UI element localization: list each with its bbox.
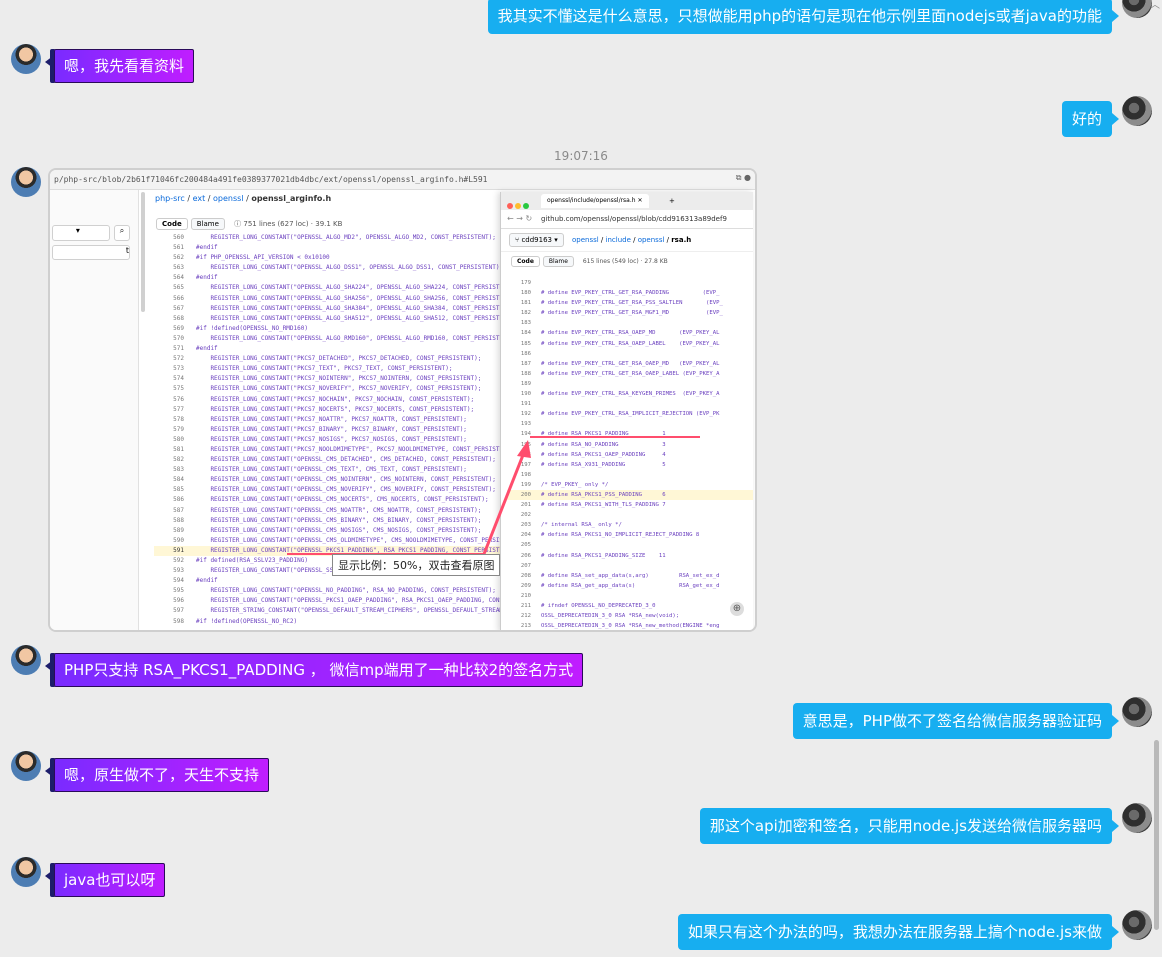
- message-text: 嗯，原生做不了，天生不支持: [64, 766, 260, 784]
- arrow-head: [517, 440, 531, 458]
- message-bubble: 意思是，PHP做不了签名给微信服务器验证码: [792, 703, 1120, 739]
- zoom-tooltip: 显示比例：50%，双击查看原图: [332, 554, 501, 576]
- message-text: 我其实不懂这是什么意思，只想做能用php的语句是现在他示例里面nodejs或者j…: [497, 7, 1102, 25]
- message-bubble: 如果只有这个办法的吗，我想办法在服务器上搞个node.js来做: [677, 914, 1120, 950]
- image-message[interactable]: p/php-src/blob/2b61f71046fc200484a491fe0…: [48, 168, 757, 632]
- avatar: [11, 167, 41, 197]
- avatar: [1122, 697, 1152, 727]
- arrow-line: [482, 449, 527, 555]
- message-bubble: 嗯，我先看看资料: [44, 49, 195, 83]
- avatar: [11, 645, 41, 675]
- avatar: [11, 751, 41, 781]
- avatar: [1122, 803, 1152, 833]
- message-bubble: 我其实不懂这是什么意思，只想做能用php的语句是现在他示例里面nodejs或者j…: [487, 0, 1120, 34]
- timestamp: 19:07:16: [554, 149, 608, 163]
- message-text: 意思是，PHP做不了签名给微信服务器验证码: [802, 712, 1102, 730]
- message-bubble: java也可以呀: [44, 863, 166, 897]
- message-bubble: 好的: [1061, 101, 1120, 137]
- message-text: PHP只支持 RSA_PKCS1_PADDING ， 微信mp端用了一种比较2的…: [64, 661, 574, 679]
- avatar: [1122, 910, 1152, 940]
- message-text: java也可以呀: [64, 871, 156, 889]
- message-text: 如果只有这个办法的吗，我想办法在服务器上搞个node.js来做: [687, 923, 1102, 941]
- scrollbar[interactable]: [1154, 740, 1159, 930]
- zoom-icon[interactable]: ⊕: [730, 602, 744, 616]
- message-text: 嗯，我先看看资料: [64, 57, 185, 75]
- message-text: 好的: [1071, 110, 1102, 128]
- avatar: [1122, 96, 1152, 126]
- avatar: [11, 857, 41, 887]
- message-text: 那这个api加密和签名，只能用node.js发送给微信服务器吗: [709, 817, 1102, 835]
- message-bubble: 嗯，原生做不了，天生不支持: [44, 758, 270, 792]
- avatar: [11, 44, 41, 74]
- message-bubble: PHP只支持 RSA_PKCS1_PADDING ， 微信mp端用了一种比较2的…: [44, 653, 584, 687]
- message-bubble: 那这个api加密和签名，只能用node.js发送给微信服务器吗: [699, 808, 1120, 844]
- avatar: [1122, 0, 1152, 18]
- scroll-up-icon[interactable]: ︿: [1150, 0, 1160, 11]
